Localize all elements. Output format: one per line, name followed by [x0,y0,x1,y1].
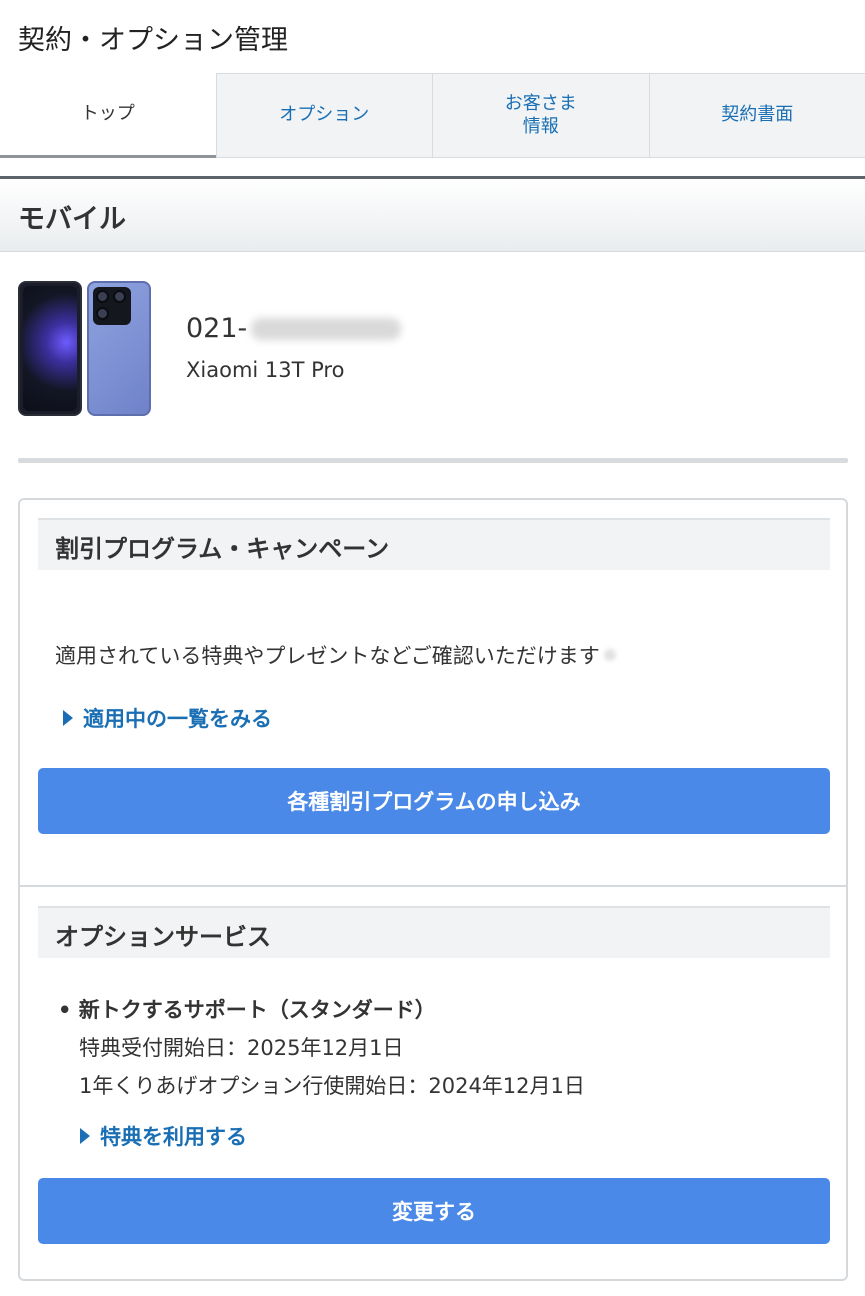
right-triangle-icon [63,710,73,726]
use-benefit-label: 特典を利用する [100,1125,247,1149]
apply-discount-programs-button[interactable]: 各種割引プログラムの申し込み [38,768,830,834]
tab-bar: トップ オプション お客さま 情報 契約書面 [0,73,865,158]
phone-front-image [18,281,82,416]
tab-top-label: トップ [80,102,135,124]
tab-customer-info-label: お客さま 情報 [504,93,577,137]
blurred-mark [603,649,616,661]
option-benefit-start-date: 特典受付開始日：2025年12月1日 [79,1036,404,1060]
change-button-label: 変更する [392,1200,476,1224]
divider [18,458,848,463]
section-title: モバイル [18,204,126,235]
discount-description: 適用されている特典やプレゼントなどご確認いただけます [55,640,616,670]
tab-options-label: オプション [279,104,370,126]
options-title: オプションサービス [38,906,830,958]
phone-number-masked [251,317,402,340]
tab-top[interactable]: トップ [0,73,216,158]
tab-contract-documents-label: 契約書面 [721,104,794,126]
right-triangle-icon [80,1128,90,1144]
option-early-upgrade-start-date: 1年くりあげオプション行使開始日：2024年12月1日 [79,1074,585,1098]
apply-discount-programs-label: 各種割引プログラムの申し込み [287,790,581,814]
discount-description-text: 適用されている特典やプレゼントなどご確認いただけます [55,644,600,668]
card-separator [20,885,846,887]
page-title: 契約・オプション管理 [18,25,288,56]
phone-number: 021- [186,313,402,344]
change-button[interactable]: 変更する [38,1178,830,1244]
view-applied-list-label: 適用中の一覧をみる [83,707,272,731]
tab-customer-info[interactable]: お客さま 情報 [432,73,649,158]
discount-title: 割引プログラム・キャンペーン [38,518,830,570]
option-item-name: • 新トクするサポート（スタンダード） [58,998,436,1022]
view-applied-list-link[interactable]: 適用中の一覧をみる [63,703,272,733]
device-summary: 021- Xiaomi 13T Pro [0,270,865,430]
tab-contract-documents[interactable]: 契約書面 [648,73,865,158]
phone-number-prefix: 021- [186,313,248,344]
tab-options[interactable]: オプション [215,73,432,158]
phone-back-image [87,281,151,416]
use-benefit-link[interactable]: 特典を利用する [80,1121,247,1151]
device-model: Xiaomi 13T Pro [186,358,345,382]
services-card: 割引プログラム・キャンペーン 適用されている特典やプレゼントなどご確認いただけま… [18,498,848,1281]
section-header: モバイル [0,176,865,252]
